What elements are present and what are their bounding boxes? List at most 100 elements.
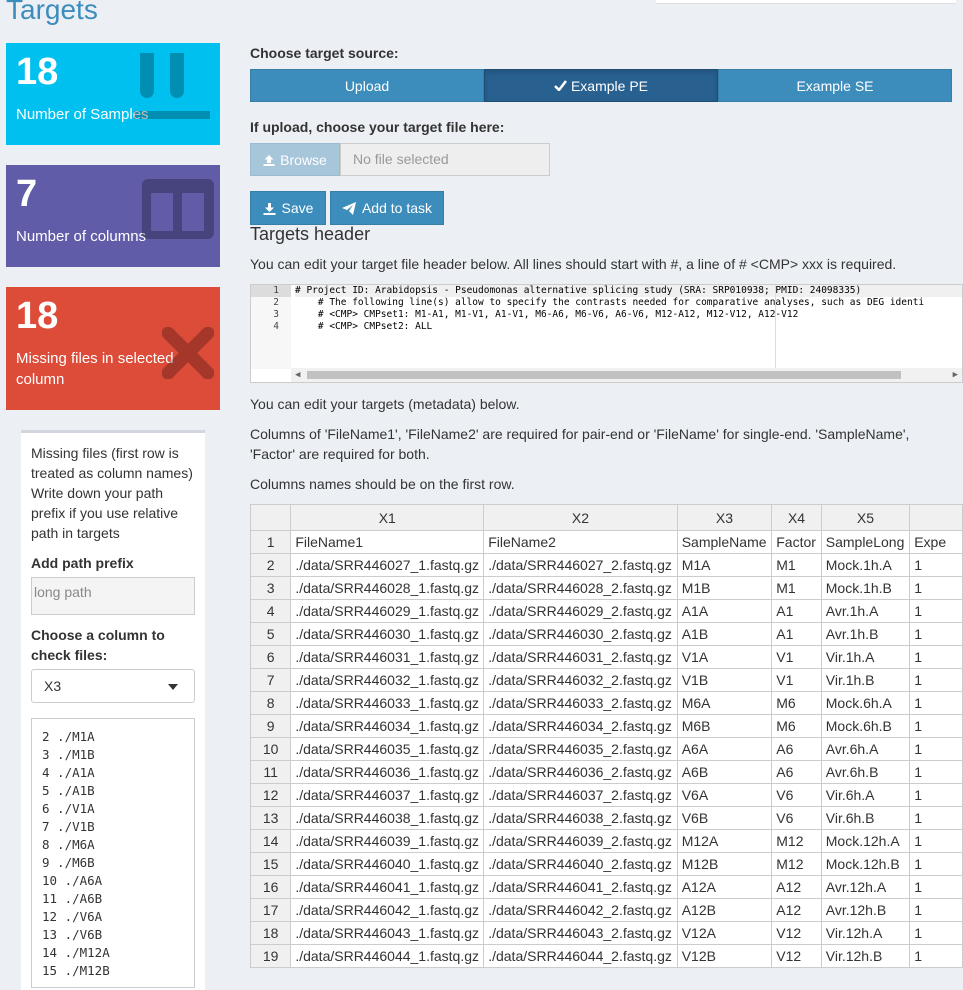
table-cell[interactable]: ./data/SRR446036_2.fastq.gz bbox=[483, 760, 678, 784]
table-cell[interactable]: ./data/SRR446035_1.fastq.gz bbox=[290, 737, 485, 761]
table-cell[interactable]: M12 bbox=[771, 852, 822, 876]
table-cell[interactable]: A1 bbox=[771, 599, 822, 623]
table-cell[interactable]: V6 bbox=[771, 806, 822, 830]
file-name-field[interactable]: No file selected bbox=[340, 143, 550, 176]
row-header-cell[interactable]: 15 bbox=[250, 852, 292, 876]
table-cell[interactable]: ./data/SRR446043_2.fastq.gz bbox=[483, 921, 678, 945]
table-cell[interactable]: A1 bbox=[771, 622, 822, 646]
table-cell[interactable]: Avr.12h.B bbox=[820, 898, 911, 922]
table-cell[interactable]: Mock.1h.B bbox=[820, 576, 911, 600]
header-code-editor[interactable]: 1 2 3 4 # Project ID: Arabidopsis - Pseu… bbox=[250, 284, 963, 383]
table-cell[interactable]: 1 bbox=[909, 898, 963, 922]
table-cell[interactable]: ./data/SRR446030_2.fastq.gz bbox=[483, 622, 678, 646]
browse-button[interactable]: Browse bbox=[250, 143, 340, 176]
source-upload-button[interactable]: Upload bbox=[250, 69, 484, 102]
table-cell[interactable]: ./data/SRR446027_2.fastq.gz bbox=[483, 553, 678, 577]
table-cell[interactable]: ./data/SRR446042_2.fastq.gz bbox=[483, 898, 678, 922]
table-cell[interactable]: A6A bbox=[676, 737, 773, 761]
row-header-cell[interactable]: 6 bbox=[250, 645, 292, 669]
table-cell[interactable]: M1B bbox=[676, 576, 773, 600]
table-cell[interactable]: ./data/SRR446038_1.fastq.gz bbox=[290, 806, 485, 830]
table-cell[interactable]: Avr.6h.A bbox=[820, 737, 911, 761]
table-cell[interactable]: ./data/SRR446039_2.fastq.gz bbox=[483, 829, 678, 853]
source-example-pe-button[interactable]: Example PE bbox=[484, 69, 718, 102]
table-cell[interactable]: Mock.6h.A bbox=[820, 691, 911, 715]
table-cell[interactable]: A6B bbox=[676, 760, 773, 784]
horizontal-scrollbar[interactable]: ◀ ▶ bbox=[291, 368, 962, 382]
row-header-cell[interactable]: 2 bbox=[250, 553, 292, 577]
scroll-left-icon[interactable]: ◀ bbox=[295, 370, 300, 380]
table-cell[interactable]: Factor bbox=[771, 530, 822, 554]
path-prefix-input[interactable]: long path bbox=[31, 577, 195, 615]
table-cell[interactable]: Vir.1h.B bbox=[820, 668, 911, 692]
table-cell[interactable]: M12 bbox=[771, 829, 822, 853]
row-header-cell[interactable]: 5 bbox=[250, 622, 292, 646]
table-cell[interactable]: Mock.1h.A bbox=[820, 553, 911, 577]
row-header-cell[interactable]: 14 bbox=[250, 829, 292, 853]
scroll-right-icon[interactable]: ▶ bbox=[953, 370, 958, 380]
table-cell[interactable]: 1 bbox=[909, 760, 963, 784]
table-cell[interactable]: Mock.12h.A bbox=[820, 829, 911, 853]
table-cell[interactable]: 1 bbox=[909, 737, 963, 761]
row-header-cell[interactable]: 12 bbox=[250, 783, 292, 807]
row-header-cell[interactable]: 19 bbox=[250, 944, 292, 968]
table-cell[interactable]: ./data/SRR446038_2.fastq.gz bbox=[483, 806, 678, 830]
table-cell[interactable]: 1 bbox=[909, 944, 963, 968]
table-cell[interactable]: M12B bbox=[676, 852, 773, 876]
table-cell[interactable]: V6A bbox=[676, 783, 773, 807]
table-cell[interactable]: V12B bbox=[676, 944, 773, 968]
column-header[interactable]: X2 bbox=[483, 504, 678, 531]
table-cell[interactable]: ./data/SRR446032_2.fastq.gz bbox=[483, 668, 678, 692]
table-cell[interactable]: Expe bbox=[909, 530, 963, 554]
source-example-se-button[interactable]: Example SE bbox=[718, 69, 952, 102]
row-header-cell[interactable]: 8 bbox=[250, 691, 292, 715]
table-cell[interactable]: V12A bbox=[676, 921, 773, 945]
table-cell[interactable]: 1 bbox=[909, 714, 963, 738]
table-cell[interactable]: ./data/SRR446044_1.fastq.gz bbox=[290, 944, 485, 968]
row-header-cell[interactable]: 16 bbox=[250, 875, 292, 899]
table-cell[interactable]: 1 bbox=[909, 576, 963, 600]
table-cell[interactable]: V6B bbox=[676, 806, 773, 830]
table-cell[interactable]: V1 bbox=[771, 668, 822, 692]
table-cell[interactable]: ./data/SRR446041_2.fastq.gz bbox=[483, 875, 678, 899]
table-cell[interactable]: V12 bbox=[771, 921, 822, 945]
table-cell[interactable]: 1 bbox=[909, 645, 963, 669]
table-cell[interactable]: V6 bbox=[771, 783, 822, 807]
table-cell[interactable]: V1A bbox=[676, 645, 773, 669]
table-cell[interactable]: ./data/SRR446029_1.fastq.gz bbox=[290, 599, 485, 623]
table-cell[interactable]: M6B bbox=[676, 714, 773, 738]
table-cell[interactable]: 1 bbox=[909, 599, 963, 623]
table-cell[interactable]: ./data/SRR446027_1.fastq.gz bbox=[290, 553, 485, 577]
row-header-cell[interactable]: 11 bbox=[250, 760, 292, 784]
table-cell[interactable]: Vir.6h.B bbox=[820, 806, 911, 830]
row-header-cell[interactable]: 18 bbox=[250, 921, 292, 945]
table-cell[interactable]: M6A bbox=[676, 691, 773, 715]
table-cell[interactable]: A12A bbox=[676, 875, 773, 899]
column-header[interactable]: X5 bbox=[820, 504, 911, 531]
table-cell[interactable]: A12 bbox=[771, 875, 822, 899]
table-cell[interactable]: 1 bbox=[909, 553, 963, 577]
table-cell[interactable]: 1 bbox=[909, 783, 963, 807]
table-cell[interactable]: A6 bbox=[771, 760, 822, 784]
table-cell[interactable]: Mock.12h.B bbox=[820, 852, 911, 876]
table-cell[interactable]: ./data/SRR446040_2.fastq.gz bbox=[483, 852, 678, 876]
table-cell[interactable]: Avr.1h.A bbox=[820, 599, 911, 623]
table-cell[interactable]: 1 bbox=[909, 852, 963, 876]
table-cell[interactable]: 1 bbox=[909, 622, 963, 646]
table-cell[interactable]: SampleLong bbox=[820, 530, 911, 554]
table-cell[interactable]: ./data/SRR446043_1.fastq.gz bbox=[290, 921, 485, 945]
column-header[interactable]: X3 bbox=[676, 504, 773, 531]
table-cell[interactable]: M6 bbox=[771, 691, 822, 715]
table-cell[interactable]: ./data/SRR446036_1.fastq.gz bbox=[290, 760, 485, 784]
table-cell[interactable]: A12B bbox=[676, 898, 773, 922]
table-cell[interactable]: ./data/SRR446037_1.fastq.gz bbox=[290, 783, 485, 807]
table-cell[interactable]: Avr.12h.A bbox=[820, 875, 911, 899]
table-cell[interactable]: 1 bbox=[909, 921, 963, 945]
table-cell[interactable]: A1A bbox=[676, 599, 773, 623]
table-cell[interactable]: ./data/SRR446041_1.fastq.gz bbox=[290, 875, 485, 899]
table-cell[interactable]: ./data/SRR446033_2.fastq.gz bbox=[483, 691, 678, 715]
table-cell[interactable]: ./data/SRR446032_1.fastq.gz bbox=[290, 668, 485, 692]
column-header[interactable]: X4 bbox=[771, 504, 822, 531]
table-cell[interactable]: A1B bbox=[676, 622, 773, 646]
column-header[interactable]: X1 bbox=[290, 504, 485, 531]
